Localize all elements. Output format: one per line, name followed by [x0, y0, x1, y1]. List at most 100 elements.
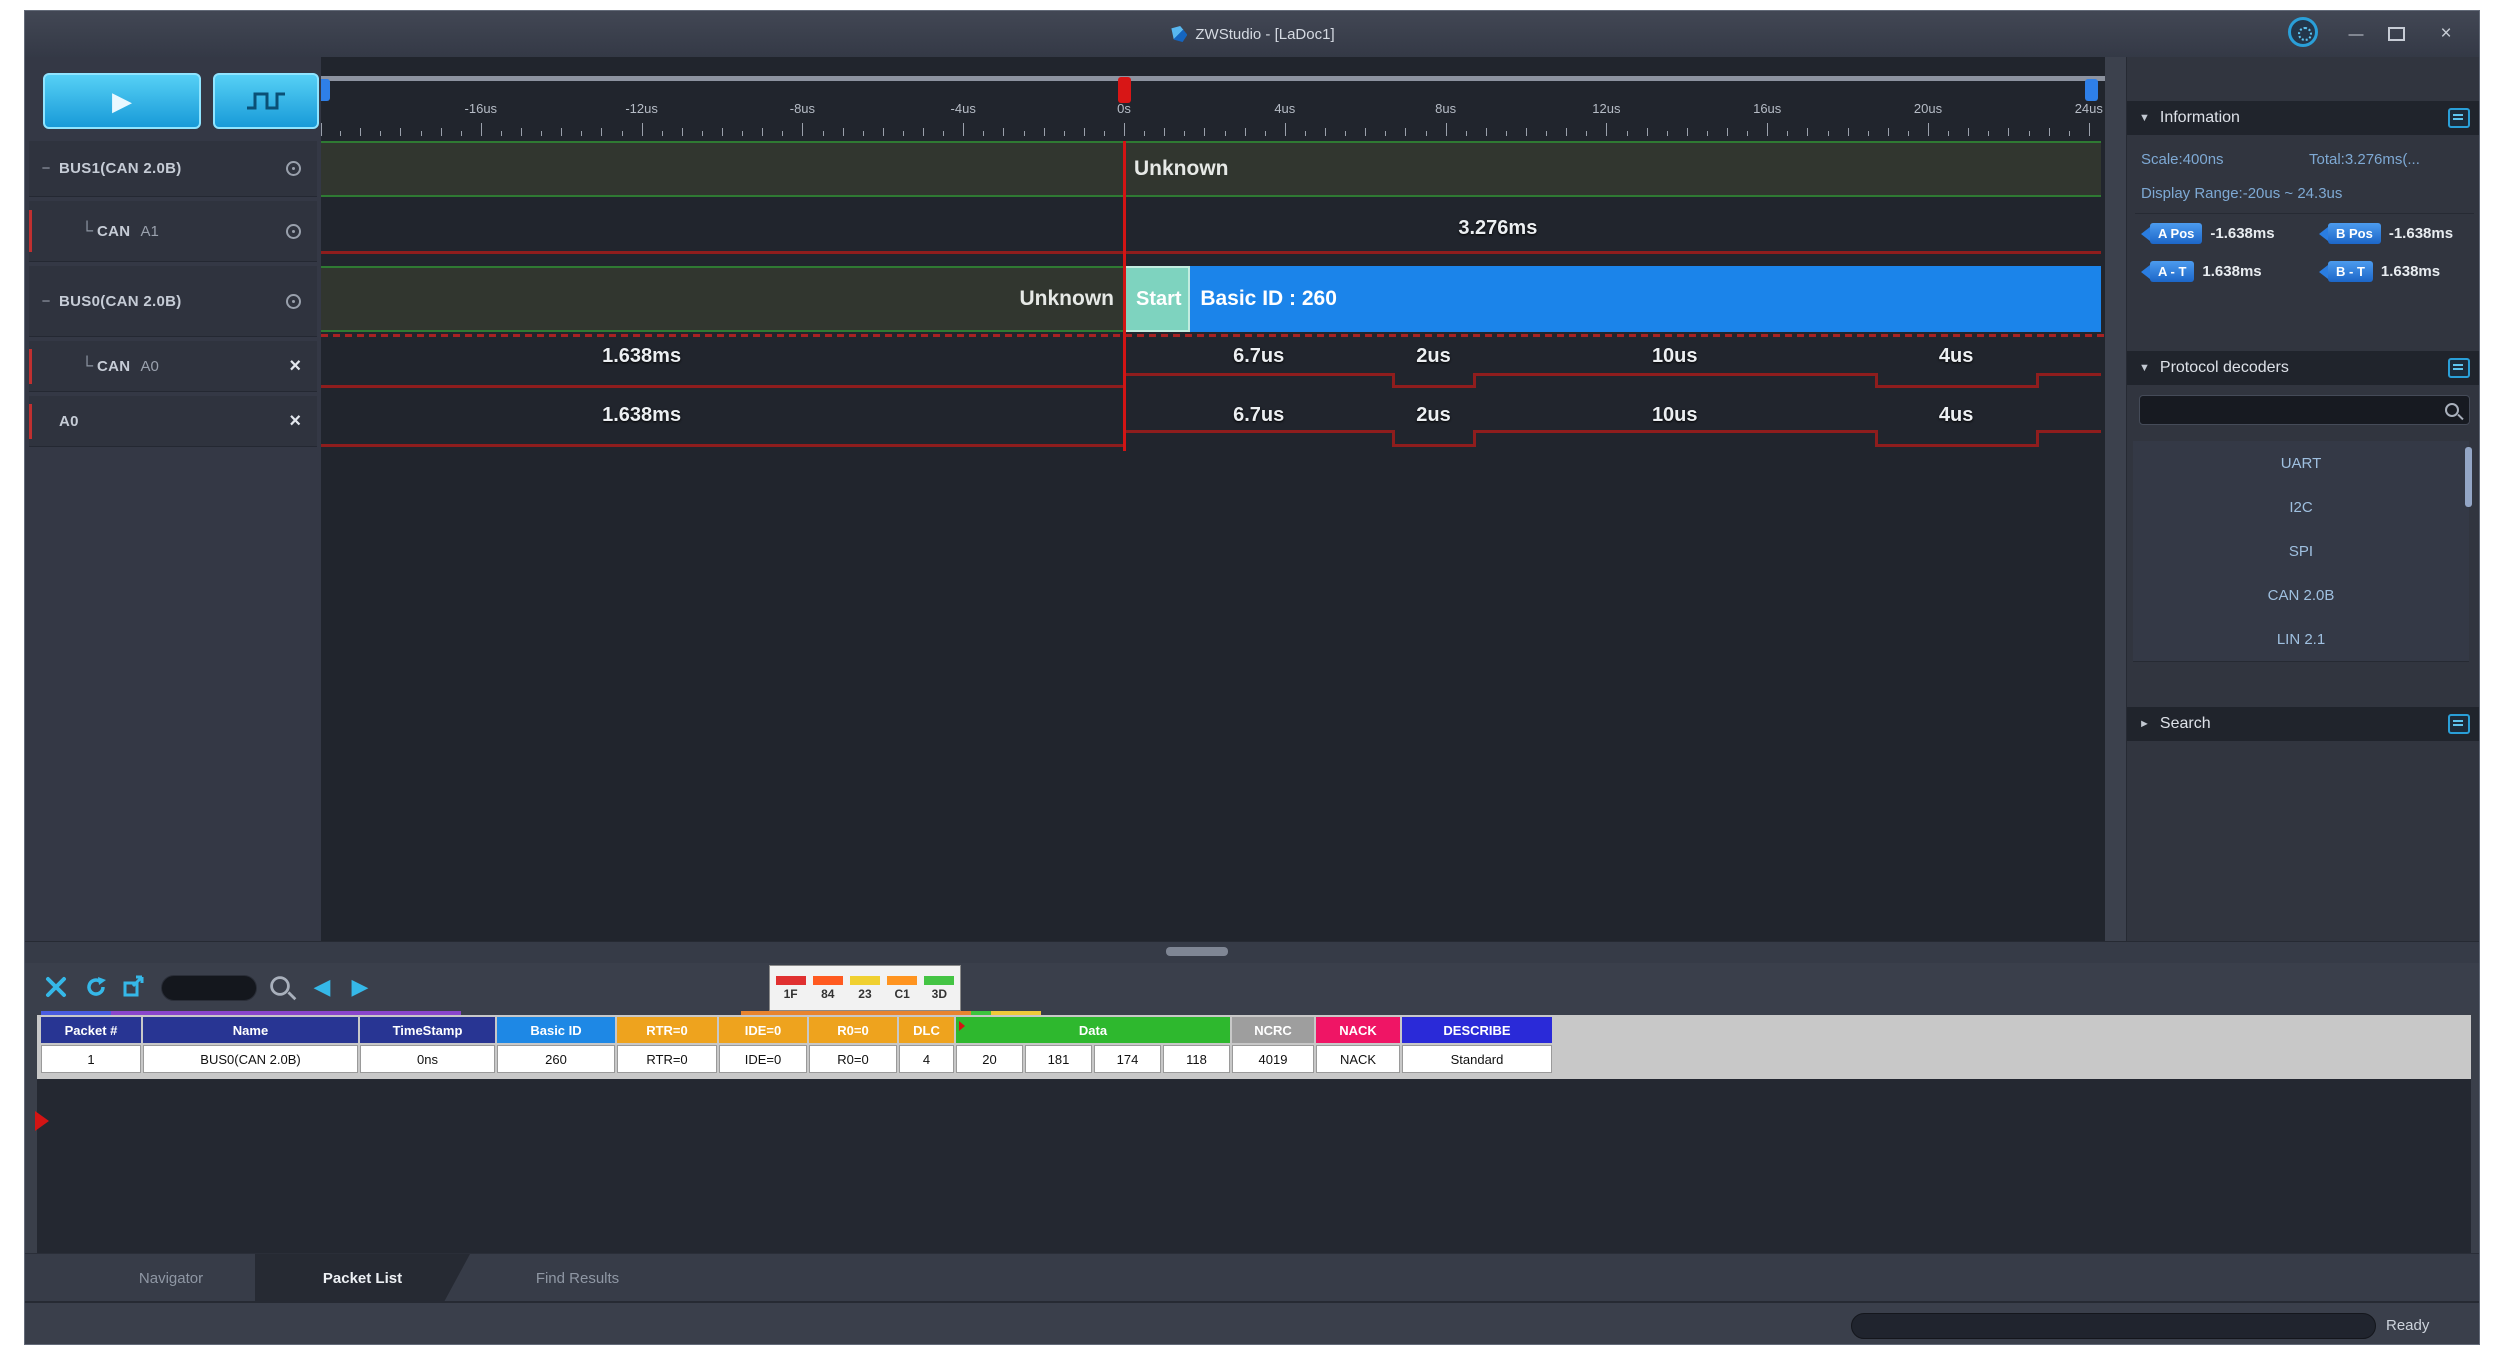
table-header-describe[interactable]: DESCRIBE	[1402, 1017, 1552, 1043]
decoder-item-i2c[interactable]: I2C	[2133, 485, 2469, 530]
ruler-tick	[521, 128, 522, 136]
maximize-button[interactable]	[2381, 23, 2411, 45]
tools-icon[interactable]	[41, 973, 71, 1001]
wave-scrollbar-handle[interactable]	[1166, 947, 1228, 956]
table-cell[interactable]: 260	[497, 1045, 615, 1073]
color-legend: 1F 84 23 C1 3D	[769, 965, 961, 1011]
table-cell[interactable]: 181	[1025, 1045, 1092, 1073]
ruler-tick	[1807, 128, 1809, 136]
panel-options-icon[interactable]	[2448, 108, 2470, 128]
decode-segment-unknown[interactable]: Unknown	[321, 266, 1124, 332]
channel-delete-icon[interactable]: ×	[289, 356, 301, 376]
decode-segment-basic-id-260[interactable]: Basic ID : 260	[1190, 266, 2101, 332]
channel-row-bus1-can-2-0b-[interactable]: − BUS1(CAN 2.0B)	[29, 141, 317, 197]
ruler-tick	[742, 131, 744, 136]
table-header-basic-id[interactable]: Basic ID	[497, 1017, 615, 1043]
table-header-name[interactable]: Name	[143, 1017, 358, 1043]
tab-find-results[interactable]: Find Results	[485, 1254, 670, 1302]
packet-search-icon[interactable]	[270, 976, 290, 996]
table-header-timestamp[interactable]: TimeStamp	[360, 1017, 495, 1043]
table-cell[interactable]: 1	[41, 1045, 141, 1073]
tab-navigator[interactable]: Navigator	[101, 1254, 241, 1302]
collapse-toggle-icon[interactable]: −	[33, 293, 59, 310]
cursor-value: -1.638ms	[2210, 225, 2275, 242]
add-decoder-icon[interactable]	[2448, 358, 2470, 378]
cursor-tag-chip[interactable]: A Pos	[2141, 223, 2203, 244]
table-header-dlc[interactable]: DLC	[899, 1017, 954, 1043]
table-header-packet-[interactable]: Packet #	[41, 1017, 141, 1043]
trigger-settings-button[interactable]	[213, 73, 319, 129]
ruler-tick	[400, 128, 402, 136]
next-packet-button[interactable]: ▶	[345, 973, 375, 1001]
waveform-area[interactable]: -16us -12us -8us -4us 0s 4us 8us 12us 16us 20us 24…	[321, 57, 2105, 941]
vertical-splitter[interactable]	[2105, 57, 2126, 941]
decoder-item-lin-2-1[interactable]: LIN 2.1	[2133, 617, 2469, 662]
ruler-tick	[1787, 131, 1789, 136]
table-cell[interactable]: BUS0(CAN 2.0B)	[143, 1045, 358, 1073]
legend-color-bar	[887, 975, 918, 985]
cursor-tag-chip[interactable]: B - T	[2319, 261, 2373, 282]
ruler-tick	[1164, 128, 1166, 136]
table-cell[interactable]: 4	[899, 1045, 954, 1073]
decoder-item-uart[interactable]: UART	[2133, 441, 2469, 486]
decode-segment-blank[interactable]	[321, 141, 1124, 197]
channel-settings-icon[interactable]	[286, 161, 301, 176]
horizontal-splitter[interactable]	[25, 941, 2479, 964]
information-section-header[interactable]: ▼ Information	[2127, 101, 2479, 135]
table-header-r0-0[interactable]: R0=0	[809, 1017, 897, 1043]
decoder-list-scrollbar[interactable]	[2465, 447, 2472, 507]
channel-settings-icon[interactable]	[286, 223, 301, 239]
table-cell[interactable]: 0ns	[360, 1045, 495, 1073]
decode-segment-start[interactable]: Start	[1124, 266, 1191, 332]
table-cell[interactable]: 118	[1163, 1045, 1230, 1073]
channel-row-a0[interactable]: A0 ×	[29, 396, 317, 447]
channel-row-can[interactable]: └ CAN A0 ×	[29, 341, 317, 392]
cursor-tag-chip[interactable]: B Pos	[2319, 223, 2381, 244]
table-cell[interactable]: 4019	[1232, 1045, 1314, 1073]
signal-line	[321, 444, 1124, 447]
prev-packet-button[interactable]: ◀	[307, 973, 337, 1001]
channel-delete-icon[interactable]: ×	[289, 411, 301, 431]
channel-settings-icon[interactable]	[286, 293, 301, 309]
run-button[interactable]: ▶	[43, 73, 201, 129]
minimize-button[interactable]: —	[2341, 23, 2371, 45]
decoder-item-can-2-0b[interactable]: CAN 2.0B	[2133, 573, 2469, 618]
ruler-top-strip	[321, 76, 2105, 81]
settings-gear-icon[interactable]	[2288, 17, 2318, 47]
close-button[interactable]: ×	[2431, 23, 2461, 45]
ruler-tick	[862, 131, 864, 136]
table-header-data[interactable]: Data	[956, 1017, 1230, 1043]
export-icon[interactable]	[119, 973, 149, 1001]
table-cell[interactable]: Standard	[1402, 1045, 1552, 1073]
playhead-marker-icon[interactable]	[35, 1111, 49, 1131]
table-header-nack[interactable]: NACK	[1316, 1017, 1400, 1043]
trigger-flag-icon[interactable]	[1118, 77, 1131, 103]
search-settings-icon[interactable]	[2448, 714, 2470, 734]
table-cell[interactable]: IDE=0	[719, 1045, 807, 1073]
channel-row-bus0-can-2-0b-[interactable]: − BUS0(CAN 2.0B)	[29, 266, 317, 337]
channel-row-can[interactable]: └ CAN A1	[29, 201, 317, 262]
cursor-b-flag-icon[interactable]	[2085, 79, 2098, 101]
trigger-cursor-line[interactable]	[1123, 141, 1126, 451]
cursor-tag-chip[interactable]: A - T	[2141, 261, 2195, 282]
refresh-icon[interactable]	[81, 973, 111, 1001]
search-section-header[interactable]: ► Search	[2127, 707, 2479, 741]
ruler-tick	[1224, 131, 1226, 136]
protocol-decoders-section-header[interactable]: ▼ Protocol decoders	[2127, 351, 2479, 385]
table-cell[interactable]: RTR=0	[617, 1045, 717, 1073]
decode-segment-unknown[interactable]: Unknown	[1124, 141, 2101, 197]
decoder-item-spi[interactable]: SPI	[2133, 529, 2469, 574]
collapse-toggle-icon[interactable]: −	[33, 160, 59, 177]
table-header-rtr-0[interactable]: RTR=0	[617, 1017, 717, 1043]
decoder-search-input[interactable]	[2139, 395, 2470, 425]
table-header-ide-0[interactable]: IDE=0	[719, 1017, 807, 1043]
table-cell[interactable]: R0=0	[809, 1045, 897, 1073]
cursor-a-flag-icon[interactable]	[321, 79, 330, 101]
table-cell[interactable]: NACK	[1316, 1045, 1400, 1073]
table-cell[interactable]: 20	[956, 1045, 1023, 1073]
packet-filter-input[interactable]	[161, 975, 257, 1001]
ruler-tick	[983, 131, 985, 136]
tab-packet-list[interactable]: Packet List	[255, 1254, 470, 1302]
table-cell[interactable]: 174	[1094, 1045, 1161, 1073]
table-header-ncrc[interactable]: NCRC	[1232, 1017, 1314, 1043]
